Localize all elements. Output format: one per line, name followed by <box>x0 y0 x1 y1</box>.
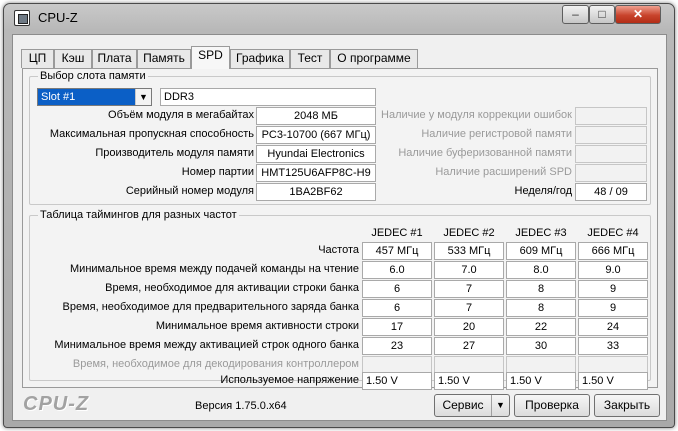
timing-cell: 9 <box>578 280 648 298</box>
cpuz-window: CPU-Z – □ ✕ ЦП Кэш Плата Память SPD Граф… <box>3 3 675 428</box>
timing-cell: 666 МГц <box>578 242 648 260</box>
max-bandwidth-label: Максимальная пропускная способность <box>49 128 254 140</box>
title-bar[interactable]: CPU-Z – □ ✕ <box>4 4 674 32</box>
trc-label: Минимальное время между активацией строк… <box>54 339 359 351</box>
close-window-button[interactable]: ✕ <box>615 5 661 24</box>
timing-cell: 8 <box>506 299 576 317</box>
chevron-down-icon[interactable]: ▼ <box>491 395 509 416</box>
timing-cell: 7 <box>434 280 504 298</box>
timing-cell: 609 МГц <box>506 242 576 260</box>
buffered-label: Наличие буферизованной памяти <box>398 147 572 159</box>
cpuz-app-icon <box>14 10 30 26</box>
timing-cell: 1.50 V <box>362 372 432 390</box>
week-year-value: 48 / 09 <box>575 183 647 201</box>
version-label: Версия 1.75.0.x64 <box>195 400 287 412</box>
tab-about[interactable]: О программе <box>330 49 418 68</box>
timing-cell: 9 <box>578 299 648 317</box>
timing-cell: 6 <box>362 299 432 317</box>
tab-graphics[interactable]: Графика <box>230 49 290 68</box>
timing-cell: 9.0 <box>578 261 648 279</box>
minimize-button[interactable]: – <box>562 5 589 24</box>
cpuz-logo: CPU-Z <box>23 393 90 415</box>
close-button[interactable]: Закрыть <box>594 394 660 417</box>
timing-cell: 1.50 V <box>578 372 648 390</box>
timing-cell: 457 МГц <box>362 242 432 260</box>
tab-cpu[interactable]: ЦП <box>21 49 54 68</box>
timing-cell: 23 <box>362 337 432 355</box>
timing-cell: 8.0 <box>506 261 576 279</box>
tab-mainboard[interactable]: Плата <box>92 49 137 68</box>
part-number-value: HMT125U6AFP8C-H9 <box>256 164 376 182</box>
module-size-value: 2048 МБ <box>256 107 376 125</box>
timing-column-header: JEDEC #3 <box>515 227 567 239</box>
memory-type-field: DDR3 <box>160 88 376 106</box>
timing-cell: 6 <box>362 280 432 298</box>
frequency-label: Частота <box>318 244 359 256</box>
timing-cell: 6.0 <box>362 261 432 279</box>
spd-ext-value <box>575 164 647 182</box>
tab-memory[interactable]: Память <box>137 49 191 68</box>
maximize-button[interactable]: □ <box>589 5 615 24</box>
timing-cell: 1.50 V <box>506 372 576 390</box>
slot-dropdown[interactable]: Slot #1 ▼ <box>37 88 152 106</box>
timing-column-header: JEDEC #2 <box>443 227 495 239</box>
module-size-label: Объём модуля в мегабайтах <box>108 109 254 121</box>
ras-precharge-label: Время, необходимое для предварительного … <box>62 301 359 313</box>
tools-button-label: Сервис <box>442 398 484 412</box>
timing-cell: 33 <box>578 337 648 355</box>
part-number-label: Номер партии <box>181 166 254 178</box>
serial-number-value: 1BA2BF62 <box>256 183 376 201</box>
timing-cell: 7 <box>434 299 504 317</box>
validate-button[interactable]: Проверка <box>514 394 590 417</box>
ras-to-cas-label: Время, необходимое для активации строки … <box>105 282 359 294</box>
window-title: CPU-Z <box>38 10 78 25</box>
client-area: ЦП Кэш Плата Память SPD Графика Тест О п… <box>12 34 667 421</box>
timing-cell: 24 <box>578 318 648 336</box>
ecc-label: Наличие у модуля коррекции ошибок <box>381 109 572 121</box>
tab-spd[interactable]: SPD <box>191 46 230 69</box>
week-year-label: Неделя/год <box>514 185 573 197</box>
timing-cell: 533 МГц <box>434 242 504 260</box>
command-rate-label: Время, необходимое для декодирования кон… <box>72 358 359 370</box>
tools-button[interactable]: Сервис ▼ <box>434 394 510 417</box>
registered-label: Наличие регистровой памяти <box>421 128 572 140</box>
spd-ext-label: Наличие расширений SPD <box>435 166 572 178</box>
slot-selected-value: Slot #1 <box>38 89 135 105</box>
registered-value <box>575 126 647 144</box>
slot-group-label: Выбор слота памяти <box>40 70 146 82</box>
tab-bench[interactable]: Тест <box>290 49 330 68</box>
tras-label: Минимальное время активности строки <box>155 320 359 332</box>
timing-cell: 27 <box>434 337 504 355</box>
timing-column-header: JEDEC #4 <box>587 227 639 239</box>
timings-group-label: Таблица таймингов для разных частот <box>40 209 237 221</box>
ecc-value <box>575 107 647 125</box>
timing-column-header: JEDEC #1 <box>371 227 423 239</box>
timing-cell: 17 <box>362 318 432 336</box>
timing-cell: 7.0 <box>434 261 504 279</box>
timing-cell: 22 <box>506 318 576 336</box>
chevron-down-icon[interactable]: ▼ <box>135 89 151 105</box>
spd-panel: Выбор слота памяти Slot #1 ▼ DDR3 Объём … <box>22 68 658 390</box>
timing-cell: 8 <box>506 280 576 298</box>
voltage-label: Используемое напряжение <box>220 374 359 386</box>
manufacturer-label: Производитель модуля памяти <box>95 147 254 159</box>
manufacturer-value: Hyundai Electronics <box>256 145 376 163</box>
timing-cell: 30 <box>506 337 576 355</box>
max-bandwidth-value: PC3-10700 (667 МГц) <box>256 126 376 144</box>
timing-cell: 20 <box>434 318 504 336</box>
timing-cell: 1.50 V <box>434 372 504 390</box>
buffered-value <box>575 145 647 163</box>
serial-number-label: Серийный номер модуля <box>125 185 254 197</box>
cas-latency-label: Минимальное время между подачей команды … <box>70 263 359 275</box>
tab-cache[interactable]: Кэш <box>54 49 92 68</box>
